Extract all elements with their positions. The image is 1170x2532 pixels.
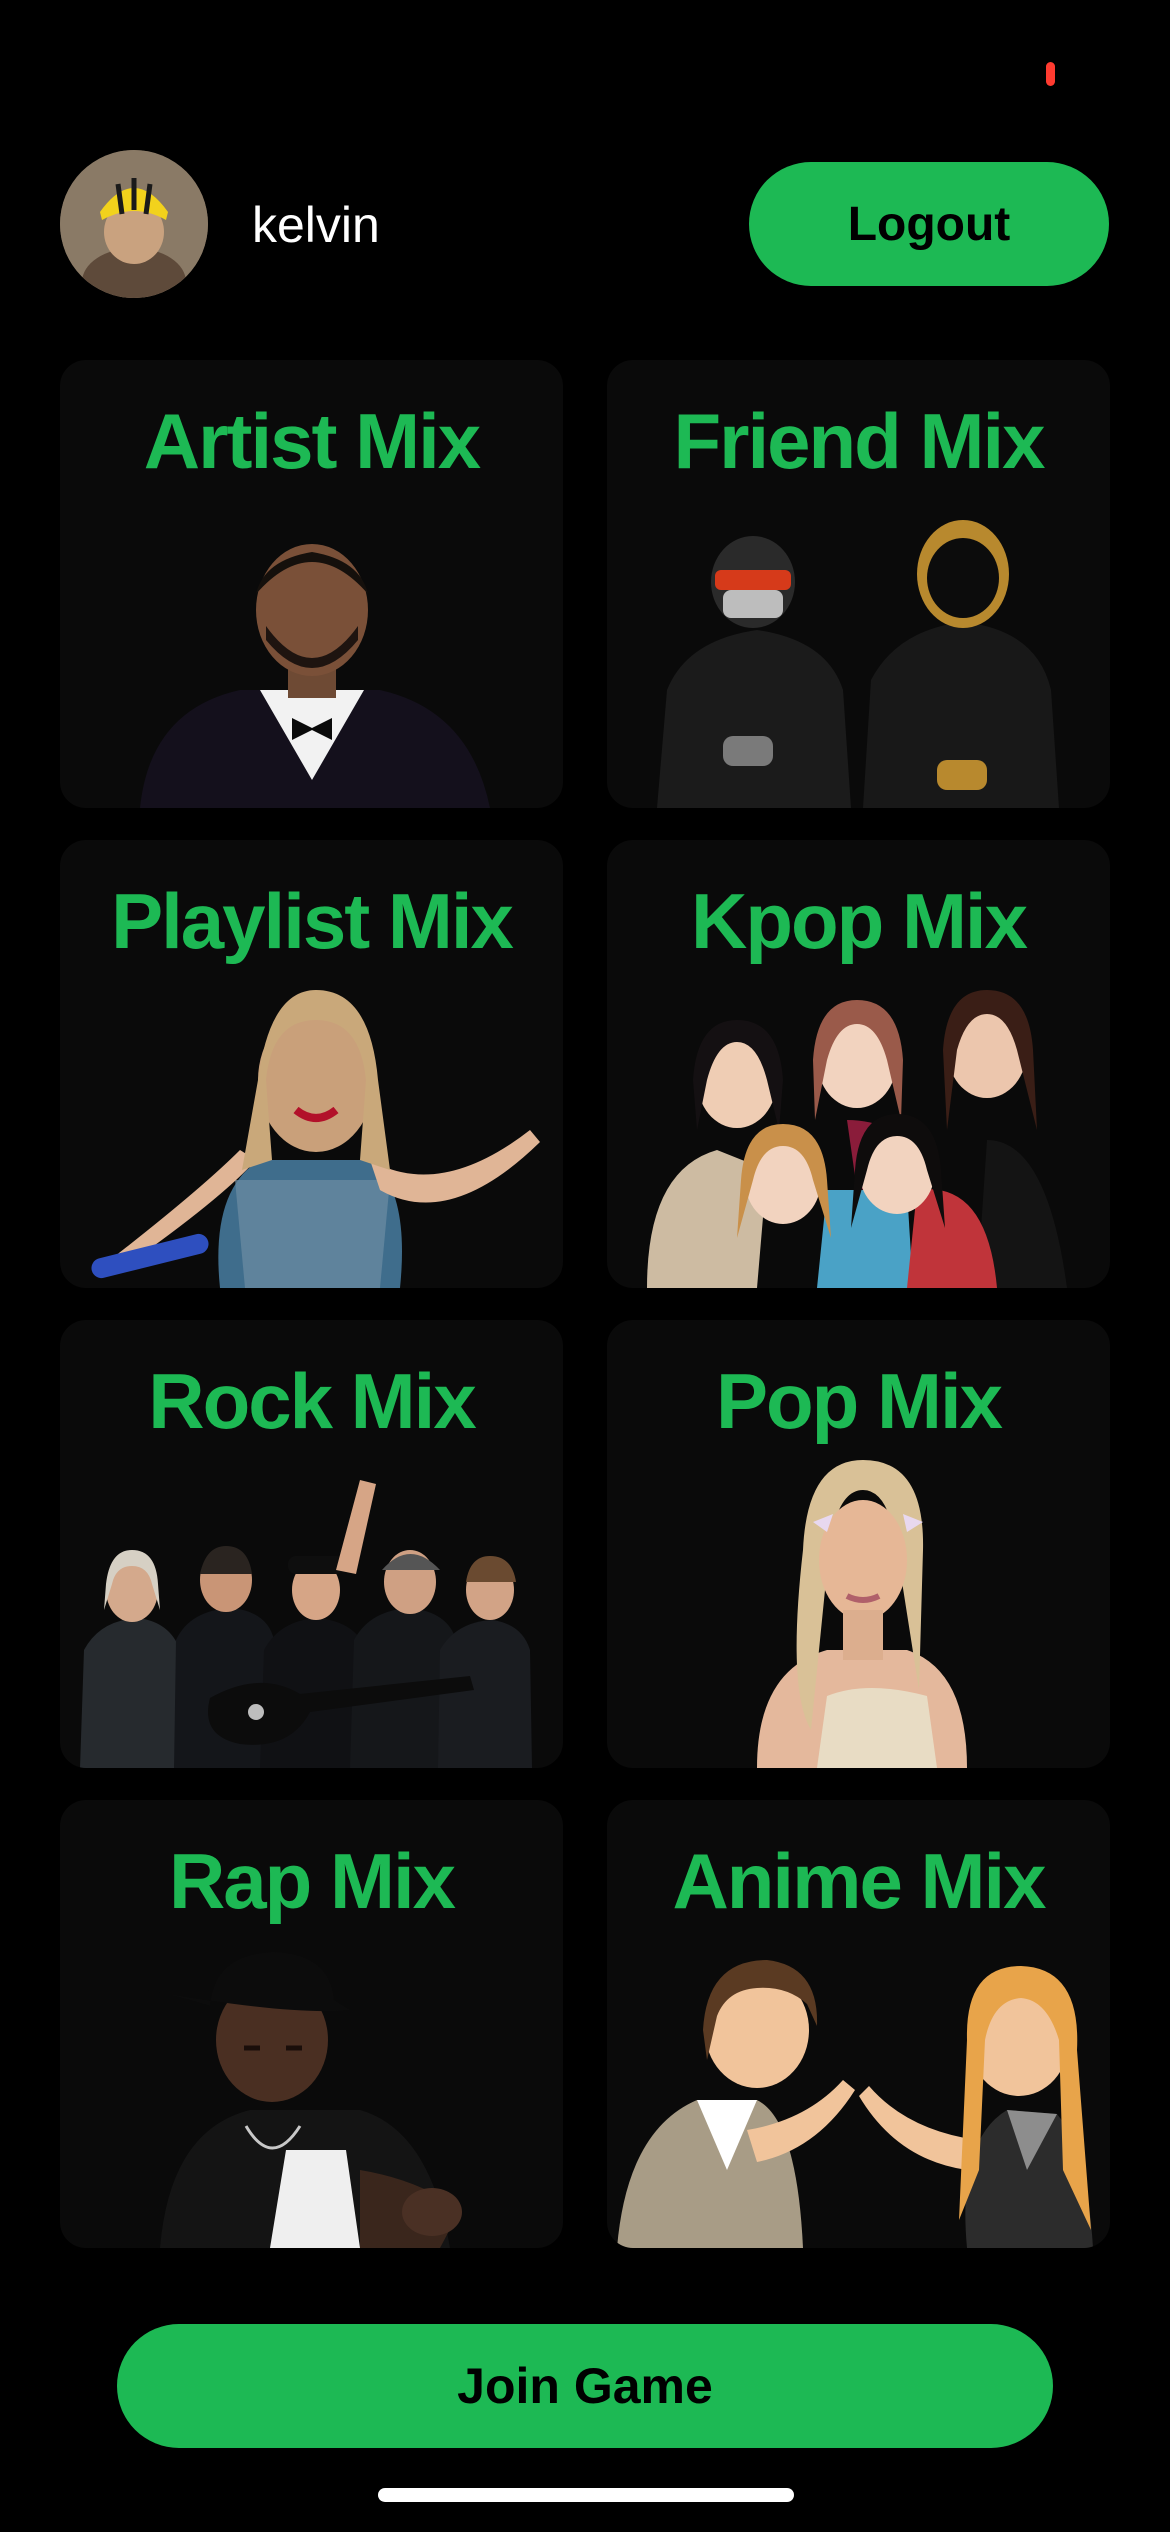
rap-mix-image <box>60 1930 563 2248</box>
recording-indicator <box>1046 62 1055 86</box>
mix-card-rap[interactable]: Rap Mix <box>60 1800 563 2248</box>
join-game-button[interactable]: Join Game <box>117 2324 1053 2448</box>
mix-card-anime[interactable]: Anime Mix <box>607 1800 1110 2248</box>
mix-card-title: Kpop Mix <box>691 877 1028 965</box>
mix-card-playlist[interactable]: Playlist Mix <box>60 840 563 1288</box>
friend-mix-image <box>607 490 1110 808</box>
mix-card-rock[interactable]: Rock Mix <box>60 1320 563 1768</box>
mix-card-kpop[interactable]: Kpop Mix <box>607 840 1110 1288</box>
mix-card-title: Playlist Mix <box>111 877 514 965</box>
avatar[interactable] <box>60 150 208 298</box>
mix-card-pop[interactable]: Pop Mix <box>607 1320 1110 1768</box>
logout-button[interactable]: Logout <box>749 162 1109 286</box>
anime-mix-image <box>607 1930 1110 2248</box>
avatar-photo <box>60 150 208 298</box>
mix-card-title: Friend Mix <box>673 397 1045 485</box>
rock-mix-image <box>60 1450 563 1768</box>
mix-card-title: Rock Mix <box>148 1357 476 1445</box>
mix-card-title: Anime Mix <box>672 1837 1046 1925</box>
playlist-mix-image <box>60 970 563 1288</box>
mix-card-title: Rap Mix <box>168 1837 456 1925</box>
mix-grid: Artist Mix Friend Mix Playlist Mix Kpop … <box>60 360 1110 2248</box>
mix-card-title: Pop Mix <box>715 1357 1003 1445</box>
mix-card-artist[interactable]: Artist Mix <box>60 360 563 808</box>
home-indicator[interactable] <box>378 2488 794 2502</box>
mix-card-friend[interactable]: Friend Mix <box>607 360 1110 808</box>
kpop-mix-image <box>607 970 1110 1288</box>
pop-mix-image <box>607 1450 1110 1768</box>
artist-mix-image <box>60 490 563 808</box>
username: kelvin <box>252 197 380 253</box>
mix-card-title: Artist Mix <box>143 397 481 485</box>
